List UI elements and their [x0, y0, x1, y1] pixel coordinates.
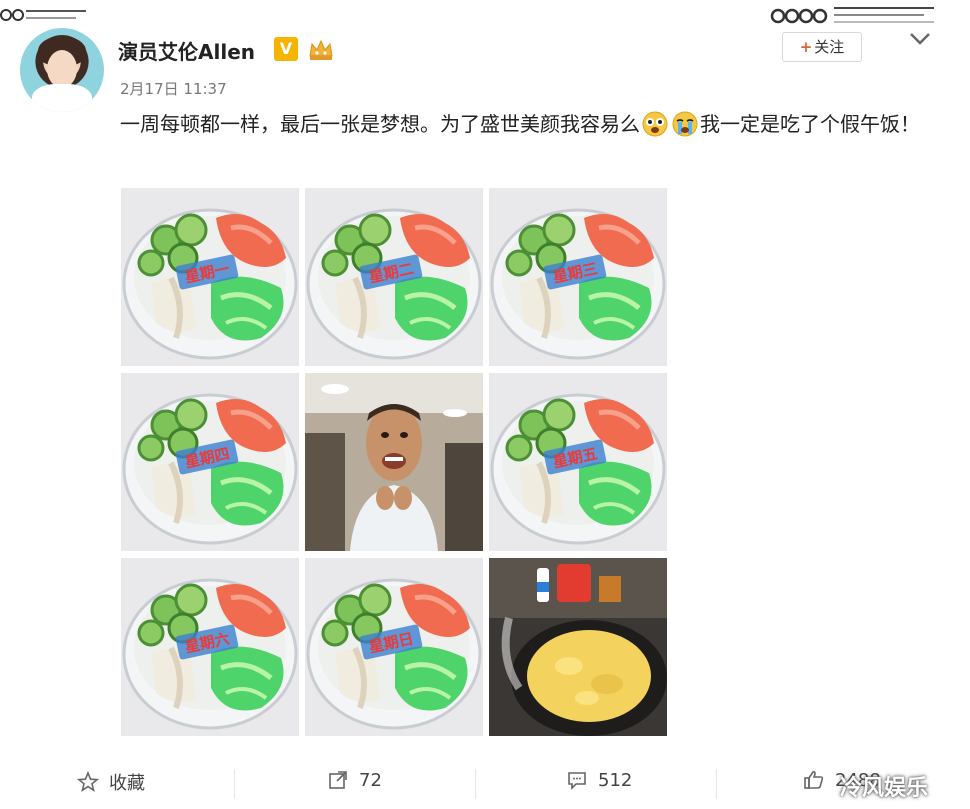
salad-photo: 星期二: [305, 188, 483, 366]
photo-thumb[interactable]: 星期六: [121, 558, 299, 736]
action-divider: [475, 769, 476, 799]
photo-thumb[interactable]: 星期三: [489, 188, 667, 366]
username[interactable]: 演员艾伦Allen: [118, 36, 255, 65]
salad-photo: 星期三: [489, 188, 667, 366]
action-divider: [716, 769, 717, 799]
action-bar: 收藏 72 512 2488: [0, 755, 970, 809]
corner-decoration-left: [0, 9, 86, 21]
thumbs-up-icon: [804, 770, 824, 789]
repost-button[interactable]: 72: [327, 769, 382, 791]
watermark: 冷风娱乐: [840, 776, 929, 801]
avatar-shirt: [32, 84, 92, 112]
post-text-part1: 一周每顿都一样，最后一张是梦想。为了盛世美颜我容易么: [120, 112, 640, 136]
chevron-down-icon[interactable]: [908, 30, 932, 48]
post-timestamp[interactable]: 2月17日 11:37: [120, 78, 227, 99]
crying-emoji-icon: [672, 111, 698, 136]
avatar-face: [47, 50, 77, 88]
photo-thumb[interactable]: [489, 558, 667, 736]
salad-photo: 星期日: [305, 558, 483, 736]
plus-icon: +: [799, 38, 813, 56]
post-text: 一周每顿都一样，最后一张是梦想。为了盛世美颜我容易么 我一定是吃了个假午饭！: [120, 106, 920, 142]
salad-photo: 星期一: [121, 188, 299, 366]
follow-label: 关注: [814, 38, 845, 56]
favorite-button[interactable]: 收藏: [77, 769, 145, 795]
avatar[interactable]: [20, 28, 104, 112]
photo-thumb[interactable]: [305, 373, 483, 551]
favorite-label: 收藏: [109, 773, 145, 794]
star-icon: [77, 771, 99, 792]
repost-count: 72: [359, 769, 382, 791]
photo-thumb[interactable]: 星期一: [121, 188, 299, 366]
verified-badge: V: [274, 37, 298, 61]
crown-icon: [309, 39, 333, 60]
follow-button[interactable]: + 关注: [782, 32, 862, 62]
photo-thumb[interactable]: 星期二: [305, 188, 483, 366]
photo-thumb[interactable]: 星期日: [305, 558, 483, 736]
action-divider: [234, 769, 235, 799]
person-photo: [305, 373, 483, 551]
scared-emoji-icon: [642, 111, 668, 136]
comment-button[interactable]: 512: [566, 769, 632, 791]
comment-count: 512: [598, 769, 633, 791]
photo-thumb[interactable]: 星期四: [121, 373, 299, 551]
omelette-photo: [489, 558, 667, 736]
salad-photo: 星期六: [121, 558, 299, 736]
salad-photo: 星期四: [121, 373, 299, 551]
salad-photo: 星期五: [489, 373, 667, 551]
share-icon: [329, 771, 347, 789]
corner-decoration-right: [770, 7, 934, 24]
post-text-part2: 我一定是吃了个假午饭！: [700, 112, 920, 136]
comment-icon: [568, 772, 586, 790]
photo-thumb[interactable]: 星期五: [489, 373, 667, 551]
